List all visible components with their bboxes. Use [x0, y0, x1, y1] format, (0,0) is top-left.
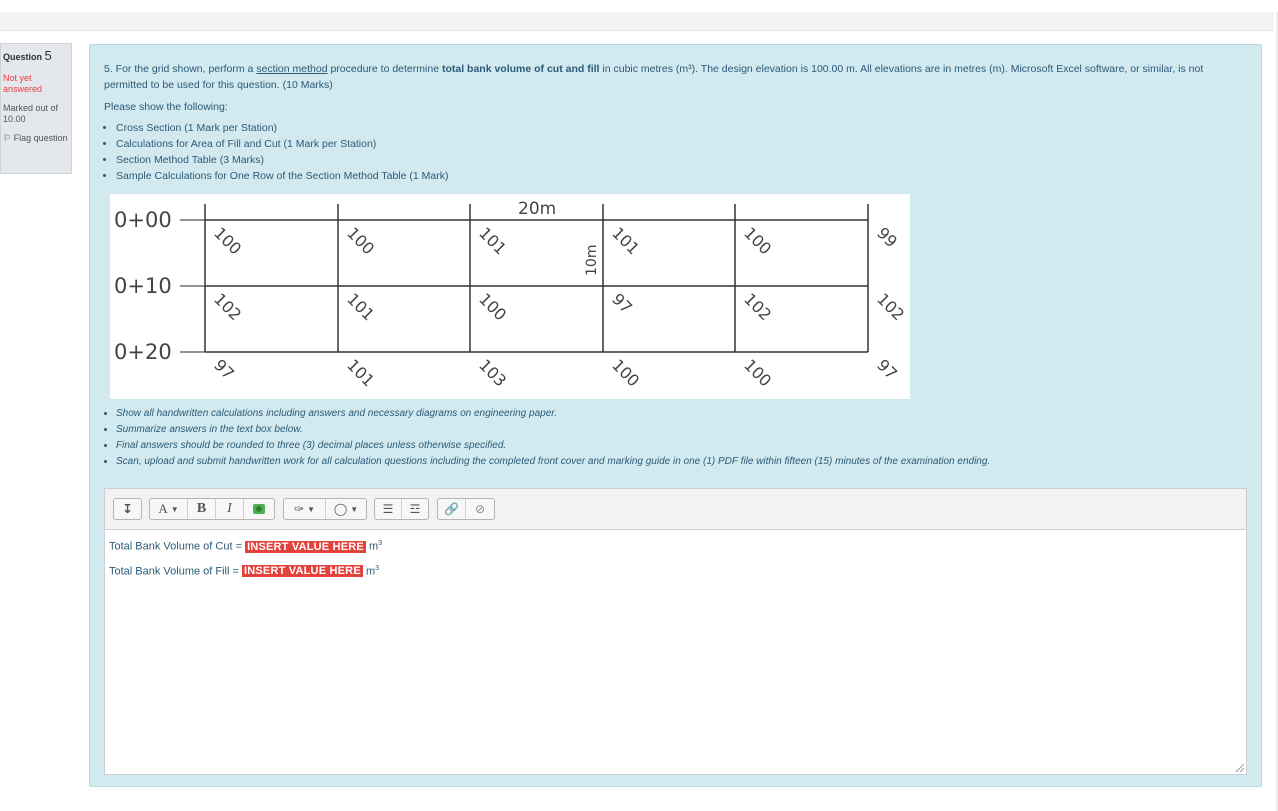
elevation-value: 102	[873, 289, 908, 324]
station-label: 0+10	[114, 274, 172, 298]
elevation-value: 100	[210, 223, 245, 258]
elevation-value: 102	[210, 289, 245, 324]
image-glyph	[253, 504, 265, 514]
unit: m	[365, 565, 376, 578]
row-spacing-label: 10m	[584, 245, 600, 276]
elevation-value: 97	[873, 355, 901, 383]
spacing-label: 20m	[518, 199, 556, 219]
toolbar-group: 🔗 ⊘	[437, 498, 495, 520]
unit-sup: 3	[375, 564, 380, 572]
flag-question-label: Flag question	[13, 133, 68, 143]
elevation-value: 100	[608, 355, 643, 390]
editor-body[interactable]: Total Bank Volume of Cut = INSERT VALUE …	[109, 533, 382, 582]
toolbar-group: A ▼ B I	[149, 498, 275, 520]
question-label: Question	[3, 52, 43, 62]
question-number-value: 5	[44, 48, 52, 63]
elevation-value: 100	[343, 223, 378, 258]
font-size-label: A	[158, 501, 168, 516]
list-item: Show all handwritten calculations includ…	[116, 406, 1256, 422]
elevation-value: 101	[608, 223, 643, 258]
bold-icon[interactable]: B	[188, 499, 216, 519]
requirements-list: Cross Section (1 Mark per Station) Calcu…	[104, 120, 1234, 184]
grid-svg: 0+00 0+10 0+20 20m 10m 100 100 101 101 100 99…	[114, 199, 908, 390]
toolbar-group: ☰ ☲	[374, 498, 429, 520]
instructions-list: Show all handwritten calculations includ…	[104, 406, 1256, 470]
list-item: Sample Calculations for One Row of the S…	[116, 168, 1234, 184]
cut-value-placeholder[interactable]: INSERT VALUE HERE	[245, 540, 366, 553]
question-intro: 5. For the grid shown, perform a section…	[104, 61, 1234, 93]
station-label: 0+00	[114, 208, 172, 232]
list-item: Section Method Table (3 Marks)	[116, 152, 1234, 168]
cut-label: Total Bank Volume of Cut =	[109, 540, 246, 553]
numbered-list-icon[interactable]: ☲	[402, 499, 428, 519]
elevation-value: 101	[475, 223, 510, 258]
top-strip	[0, 12, 1274, 31]
station-label: 0+20	[114, 340, 172, 364]
editor-toolbar: ↧ A ▼ B I ✑ ▼ ◯ ▼ ☰ ☲ 🔗 ⊘	[105, 489, 1246, 530]
list-item: Scan, upload and submit handwritten work…	[116, 454, 1256, 470]
list-item: Summarize answers in the text box below.	[116, 422, 1256, 438]
grid-diagram: 0+00 0+10 0+20 20m 10m 100 100 101 101 100 99…	[110, 194, 910, 399]
section-method-link: section method	[256, 63, 328, 75]
link-icon[interactable]: 🔗	[438, 499, 466, 519]
answer-editor: ↧ A ▼ B I ✑ ▼ ◯ ▼ ☰ ☲ 🔗 ⊘ Total Bank Vol…	[104, 488, 1247, 775]
elevation-value: 103	[475, 355, 510, 390]
show-following: Please show the following:	[104, 101, 228, 113]
question-state: Not yet answered	[3, 73, 43, 94]
toolbar-group: ✑ ▼ ◯ ▼	[283, 498, 367, 520]
question-grade: Marked out of 10.00	[3, 103, 59, 124]
elevation-value: 97	[210, 355, 238, 383]
elevation-value: 101	[343, 289, 378, 324]
unlink-icon[interactable]: ⊘	[466, 499, 494, 519]
question-text: 5. For the grid shown, perform a section…	[104, 61, 1234, 184]
elevation-value: 100	[740, 355, 775, 390]
list-item: Cross Section (1 Mark per Station)	[116, 120, 1234, 136]
elevation-value: 100	[740, 223, 775, 258]
flag-question-link[interactable]: ⚐ Flag question	[3, 133, 71, 144]
toolbar-group: ↧	[113, 498, 142, 520]
intro-prefix: 5. For the grid shown, perform a	[104, 63, 257, 75]
highlight-icon[interactable]: ◯ ▼	[326, 499, 366, 519]
fill-value-placeholder[interactable]: INSERT VALUE HERE	[241, 565, 363, 578]
list-item: Calculations for Area of Fill and Cut (1…	[116, 136, 1234, 152]
elevation-value: 102	[740, 289, 775, 324]
intro-middle: procedure to determine	[327, 63, 442, 75]
elevation-value: 101	[343, 355, 378, 390]
question-info: Question 5 Not yet answered Marked out o…	[0, 43, 72, 174]
question-content: 5. For the grid shown, perform a section…	[89, 44, 1262, 787]
show-more-icon[interactable]: ↧	[114, 499, 141, 519]
elevation-values: 100 100 101 101 100 99 102 101 100 97 102 102 97 101 1…	[210, 223, 908, 390]
unit-sup: 3	[378, 540, 383, 547]
elevation-value: 100	[475, 289, 510, 324]
bullet-list-icon[interactable]: ☰	[375, 499, 402, 519]
font-size-icon[interactable]: A ▼	[150, 499, 188, 519]
fill-label: Total Bank Volume of Fill =	[109, 565, 242, 578]
text-color-icon[interactable]: ✑ ▼	[284, 499, 326, 519]
flag-icon: ⚐	[3, 133, 12, 143]
image-icon[interactable]	[244, 499, 274, 519]
resize-handle-icon[interactable]	[1236, 764, 1244, 772]
unit: m	[369, 540, 379, 553]
elevation-value: 97	[608, 289, 636, 317]
intro-bold: total bank volume of cut and fill	[441, 63, 600, 75]
list-item: Final answers should be rounded to three…	[116, 438, 1256, 454]
question-number: Question 5	[3, 48, 71, 63]
cut-answer-row: Total Bank Volume of Cut = INSERT VALUE …	[109, 533, 382, 558]
elevation-value: 99	[873, 223, 901, 251]
italic-icon[interactable]: I	[216, 499, 244, 519]
fill-answer-row: Total Bank Volume of Fill = INSERT VALUE…	[109, 558, 382, 583]
